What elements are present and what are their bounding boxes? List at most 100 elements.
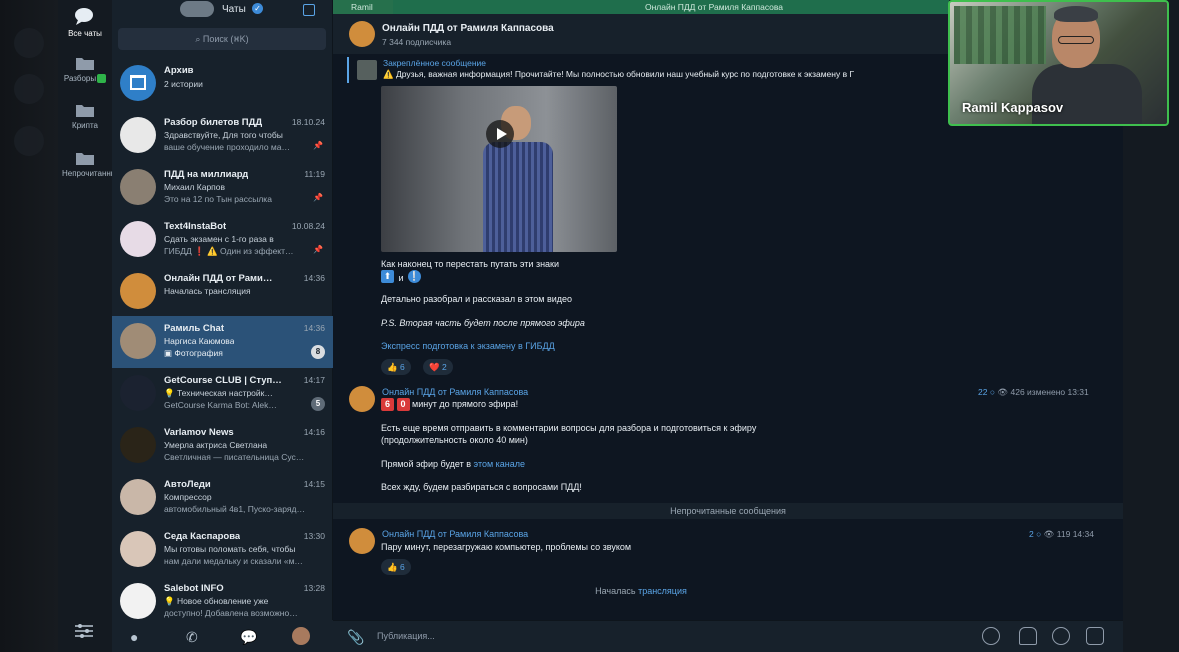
chat-name: Text4InstaBot [164,221,227,232]
user-avatar[interactable] [292,627,310,645]
chat-preview: Умерла актриса Светлана [164,440,268,450]
chat-name: ПДД на миллиард [164,169,249,180]
chat-preview: 💡 Новое обновление уже [164,596,269,606]
service-message: Началась трансляция [333,586,949,596]
service-text: Началась [595,586,636,596]
chat-time: 14:17 [303,375,325,385]
play-icon[interactable] [486,120,514,148]
avatar [120,479,156,515]
post-text: Есть еще время отправить в комментарии в… [381,423,757,433]
chat-name: Varlamov News [164,427,234,438]
digit-badge: 0 [396,398,410,411]
chat-preview: ▣ Фотография [164,348,223,359]
attach-icon[interactable]: 📎 [347,629,364,646]
bell-icon[interactable] [1019,627,1037,645]
chat-preview: нам дали медальку и сказали «м… [164,556,303,566]
chat-time: 14:16 [303,427,325,437]
archive-icon [120,65,156,101]
chat-item[interactable]: Онлайн ПДД от Рами… 14:36 Началась транс… [112,266,333,318]
compose-icon[interactable] [303,4,315,16]
chat-item[interactable]: Text4InstaBot 10.08.24 Сдать экзамен с 1… [112,214,333,266]
background-board [954,6,1046,64]
comments-count[interactable]: 2 [1029,529,1034,539]
pin-icon: 📌 [313,141,323,150]
pin-icon: 📌 [313,193,323,202]
chat-item[interactable]: Разбор билетов ПДД 18.10.24 Здравствуйте… [112,110,333,162]
chat-item[interactable]: АвтоЛеди 14:15 Компрессор автомобильный … [112,472,333,524]
post-author[interactable]: Онлайн ПДД от Рамиля Каппасова [382,387,528,397]
chat-preview: Светличная — писательница Сус… [164,452,305,462]
chats-tab-icon[interactable]: 💬 [240,629,257,646]
pinned-text: ⚠️ Друзья, важная информация! Прочитайте… [383,69,855,79]
chat-preview: Началась трансляция [164,286,251,296]
settings-sliders-icon[interactable] [74,623,94,644]
chat-list-header: Чаты ✓ [112,0,333,22]
reaction-heart[interactable]: ❤️ 2 [423,359,453,375]
comments-count[interactable]: 22 [978,387,987,397]
stories-avatars[interactable] [180,1,214,17]
chat-item[interactable]: Varlamov News 14:16 Умерла актриса Светл… [112,420,333,472]
avatar [120,221,156,257]
chat-name: Онлайн ПДД от Рами… [164,273,273,284]
chat-list-bottom-bar: ● ✆ 💬 [112,620,333,652]
chat-item[interactable]: ПДД на миллиард 11:19 Михаил Карпов Это … [112,162,333,214]
folder-unread[interactable]: Непрочитанные [58,150,121,178]
chat-list-title: Чаты [222,4,246,15]
emoji-icon[interactable] [1052,627,1070,645]
chat-time: 13:28 [303,583,325,593]
and-text: и [398,273,404,283]
verified-icon: ✓ [252,3,263,14]
post-text: Всех жду, будем разбираться с вопросами … [381,482,582,492]
folder-label: Крипта [72,121,98,130]
chat-preview: Это на 12 по Тын рассылка [164,194,272,204]
avatar [120,273,156,309]
webcam-overlay: Ramil Kappasov [948,0,1169,126]
post-meta: 22 ○ 👁 426 изменено 13:31 [978,387,1089,398]
pinned-message[interactable]: Закреплённое сообщение ⚠️ Друзья, важная… [347,57,949,83]
schedule-icon[interactable] [982,627,1000,645]
post-author[interactable]: Онлайн ПДД от Рамиля Каппасова [382,529,528,539]
post-text: Прямой эфир будет в этом канале [381,459,525,469]
channel-header[interactable]: Онлайн ПДД от Рамиля Каппасова 7 344 под… [333,14,949,54]
post-meta: 2 ○ 👁 119 14:34 [1029,529,1094,540]
post-link[interactable]: Экспресс подготовка к экзамену в ГИБДД [381,341,555,351]
avatar [120,375,156,411]
sign-icons-row: ⬆ и ❕ [381,268,421,286]
folder-razbory[interactable]: Разборы [58,55,112,84]
search-input[interactable]: ⌕ Поиск (⌘K) [118,28,326,50]
chat-item[interactable]: GetCourse CLUB | Ступ… 14:17 💡 Техническ… [112,368,333,420]
chat-name: Salebot INFO [164,583,224,594]
photo-icon: ▣ [164,348,175,358]
reaction-like[interactable]: 👍 6 [381,359,411,375]
folder-kripta[interactable]: Крипта [58,102,112,130]
digit-badge: 6 [381,398,394,411]
reaction-like[interactable]: 👍 6 [381,559,411,575]
channel-name: Онлайн ПДД от Рамиля Каппасова [382,23,554,34]
unread-divider: Непрочитанные сообщения [333,503,1123,519]
chat-preview: ваше обучение проходило ма… [164,142,290,152]
live-stream-bar[interactable]: Ramil Онлайн ПДД от Рамиля Каппасова [333,0,949,14]
post-text: (продолжительность около 40 мин) [381,435,528,445]
live-host-label: Ramil [333,0,393,14]
channel-link[interactable]: этом канале [474,459,525,469]
folder-icon [76,58,94,70]
presenter-name: Ramil Kappasov [962,100,1064,115]
stream-link[interactable]: трансляция [638,586,687,596]
chat-time: 18.10.24 [291,117,325,127]
chat-item-selected[interactable]: Рамиль Chat 14:36 Наргиса Каюмова ▣ Фото… [112,316,333,368]
chat-name: АвтоЛеди [164,479,211,490]
camera-icon[interactable] [1086,627,1104,645]
folder-all-chats[interactable]: Все чаты [58,6,112,38]
chat-item[interactable]: Седа Каспарова 13:30 Мы готовы поломать … [112,524,333,576]
phone-icon[interactable]: ✆ [186,629,198,646]
folder-icon [76,105,94,117]
post-text-part: Прямой эфир будет в [381,459,472,469]
search-icon: ⌕ [195,34,203,44]
video-message[interactable] [381,86,617,252]
blurred-icon [14,126,44,156]
chat-item-archive[interactable]: Архив 2 истории [112,58,333,110]
message-input[interactable]: Публикация... [377,631,435,641]
countdown-line: 6 0 минут до прямого эфира! [381,398,518,411]
post-text: Детально разобрал и рассказал в этом вид… [381,294,573,304]
profile-icon[interactable]: ● [130,629,138,645]
